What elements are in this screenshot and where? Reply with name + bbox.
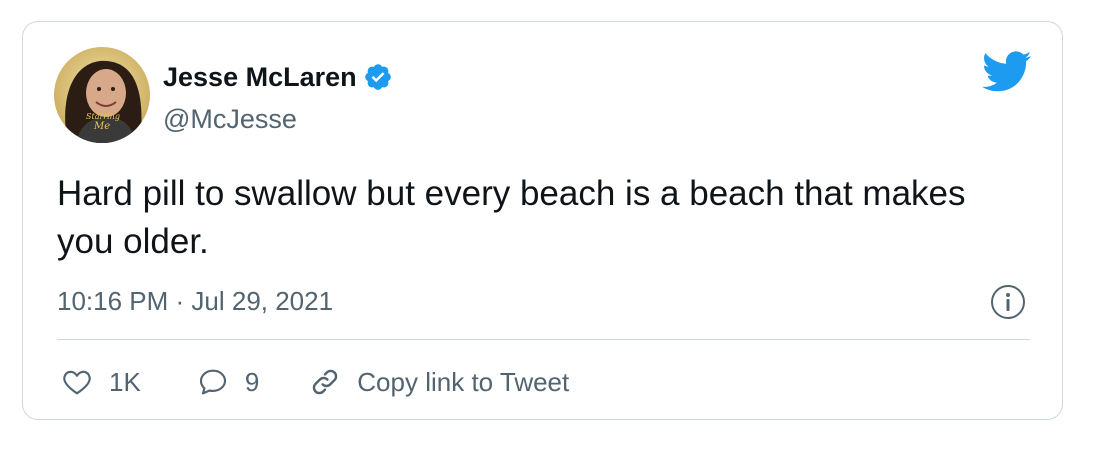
tweet-actions: 1K 9 Copy link to Tweet [61,362,569,402]
author-name[interactable]: Jesse McLaren [163,60,393,94]
divider [57,339,1030,340]
twitter-bird-icon[interactable] [981,51,1032,93]
author-handle[interactable]: @McJesse [163,102,297,136]
verified-badge-icon [363,62,393,92]
like-button[interactable]: 1K [61,365,141,399]
svg-text:Me: Me [93,121,110,132]
copy-link-label: Copy link to Tweet [357,367,570,397]
avatar[interactable]: Starring Me [54,47,150,143]
tweet-timestamp[interactable]: 10:16 PM · Jul 29, 2021 [57,284,333,318]
avatar-image: Starring Me [54,47,150,143]
reply-bubble-icon [199,369,226,395]
heart-icon [63,370,91,395]
tweet-card[interactable]: Starring Me Jesse McLaren @McJesse Hard … [22,21,1063,420]
link-icon [313,369,338,395]
tweet-text: Hard pill to swallow but every beach is … [57,174,966,261]
reply-count: 9 [244,367,260,397]
svg-text:Starring: Starring [86,112,120,121]
info-icon[interactable] [990,284,1026,320]
reply-button[interactable]: 9 [197,365,259,399]
like-count: 1K [109,367,141,397]
copy-link-button[interactable]: Copy link to Tweet [309,365,569,399]
author-name-text[interactable]: Jesse McLaren [163,60,357,94]
